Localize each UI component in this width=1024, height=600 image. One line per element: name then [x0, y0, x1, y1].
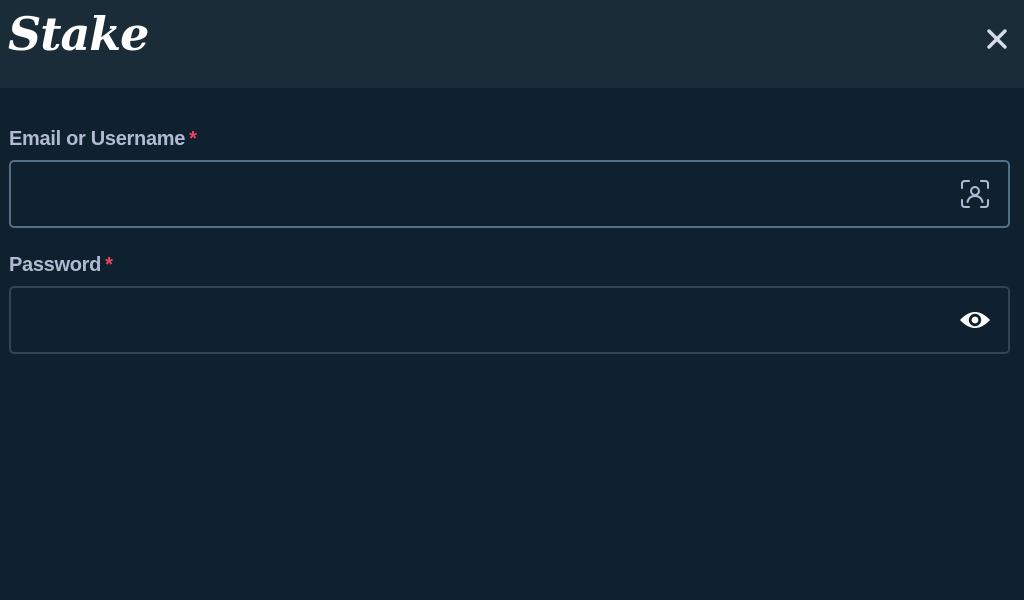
password-field-group: Password * — [9, 252, 1010, 354]
email-field-group: Email or Username * — [9, 126, 1010, 228]
email-input[interactable] — [11, 162, 1008, 226]
login-modal: Stake Email or Username * Password * — [0, 0, 1024, 600]
password-input[interactable] — [11, 288, 1008, 352]
email-label-text: Email or Username — [9, 128, 186, 150]
password-input-wrapper — [9, 286, 1010, 354]
modal-header: Stake — [0, 0, 1024, 88]
login-form: Email or Username * Password * — [9, 126, 1010, 354]
stake-logo[interactable]: Stake — [8, 4, 149, 64]
required-mark: * — [189, 128, 197, 150]
close-button[interactable] — [980, 22, 1014, 56]
close-icon — [987, 29, 1007, 49]
toggle-password-visibility-button[interactable] — [958, 303, 992, 337]
password-label: Password * — [9, 252, 1010, 278]
email-input-wrapper — [9, 160, 1010, 228]
eye-icon — [960, 312, 990, 328]
email-label: Email or Username * — [9, 126, 1010, 152]
password-label-text: Password — [9, 254, 102, 276]
required-mark: * — [105, 254, 113, 276]
user-scan-icon — [961, 180, 989, 208]
user-scan-button[interactable] — [958, 177, 992, 211]
